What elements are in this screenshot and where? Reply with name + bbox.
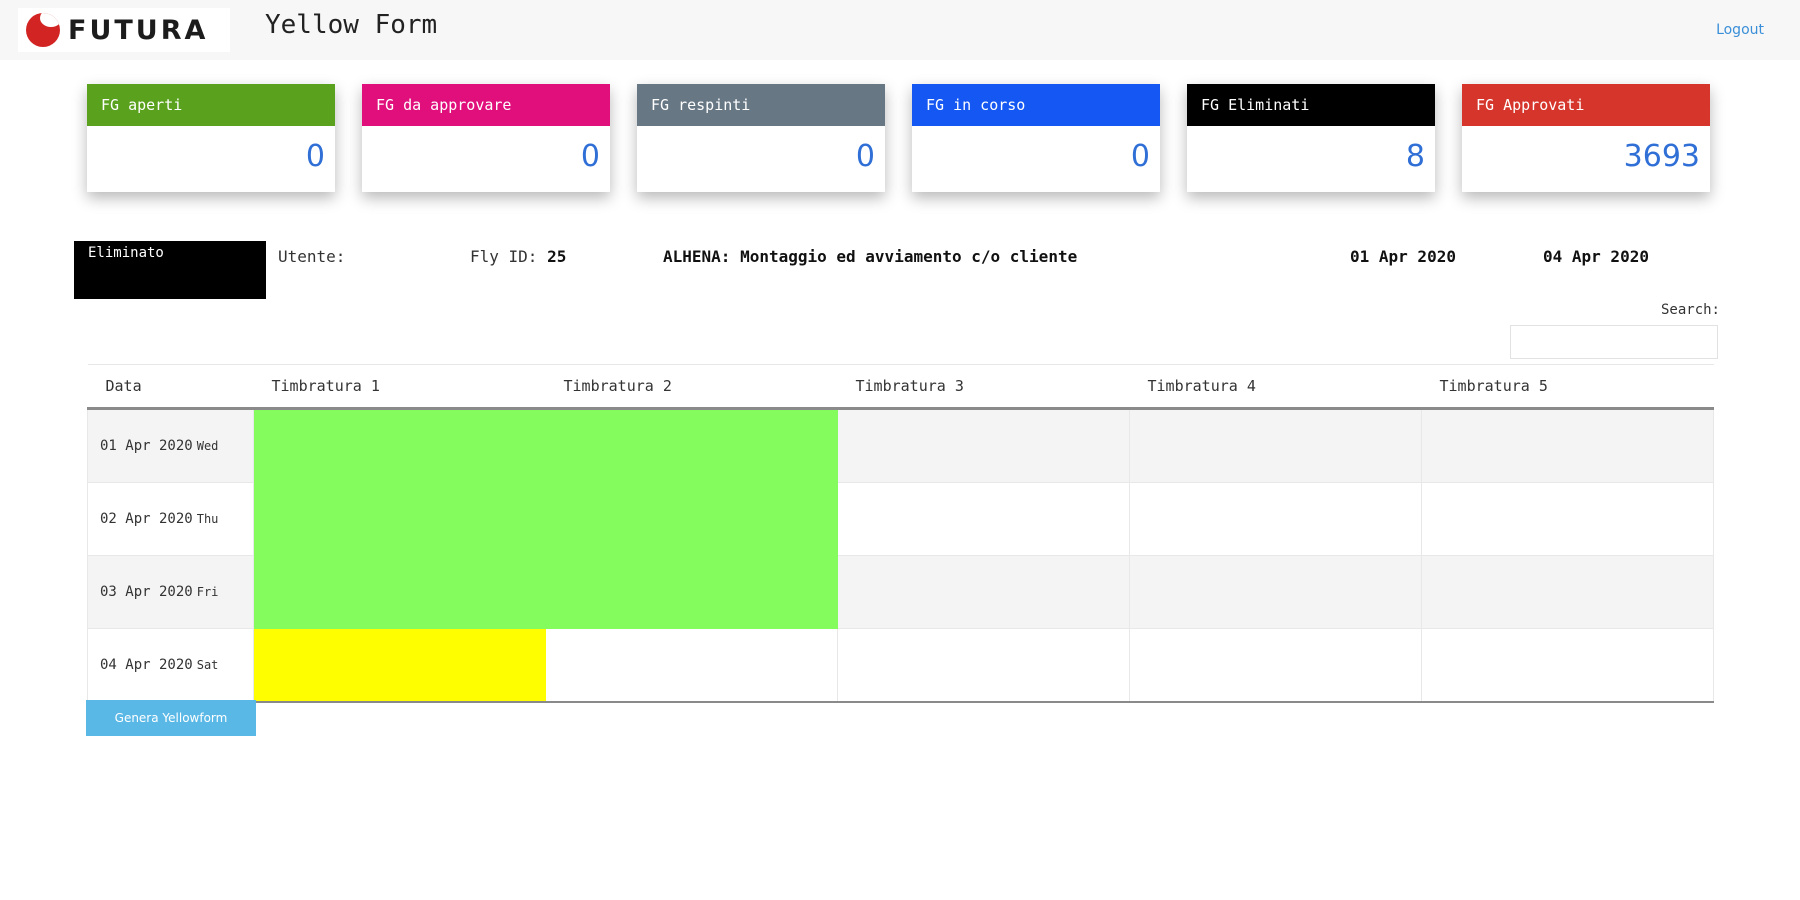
column-header-timbratura-5[interactable]: Timbratura 5: [1421, 364, 1714, 410]
timbratura-cell[interactable]: [1421, 408, 1714, 483]
futura-logo[interactable]: FUTURA: [18, 8, 230, 52]
row-weekday: Wed: [196, 439, 219, 453]
column-header-timbratura-4[interactable]: Timbratura 4: [1129, 364, 1422, 410]
timbratura-cell[interactable]: [1129, 555, 1422, 629]
timbratura-cell[interactable]: [1129, 408, 1422, 483]
table-row: 01 Apr 2020 Wed: [87, 408, 1714, 483]
timbratura-cell[interactable]: [1421, 555, 1714, 629]
timbratura-cell[interactable]: [253, 555, 546, 629]
card-header: FG Eliminati: [1187, 84, 1435, 126]
fly-id-label: Fly ID:: [470, 247, 538, 266]
top-header: FUTURA Yellow Form Logout: [0, 0, 1800, 60]
timbratura-cell[interactable]: [1129, 482, 1422, 556]
card-header: FG in corso: [912, 84, 1160, 126]
project-info: ALHENA: Montaggio ed avviamento c/o clie…: [663, 247, 1077, 266]
row-weekday: Fri: [196, 585, 219, 599]
page-title: Yellow Form: [265, 10, 438, 40]
table-row: 04 Apr 2020 Sat: [87, 628, 1714, 703]
timbratura-cell[interactable]: [545, 482, 838, 556]
status-cards: FG aperti 0 FG da approvare 0 FG respint…: [87, 84, 1710, 192]
logo-text: FUTURA: [68, 14, 209, 46]
page: FUTURA Yellow Form Logout FG aperti 0 FG…: [0, 0, 1800, 900]
search-label: Search:: [1660, 302, 1720, 318]
futura-logo-icon: [26, 13, 60, 47]
column-header-timbratura-2[interactable]: Timbratura 2: [545, 364, 838, 410]
user-label: Utente:: [278, 247, 346, 266]
user-info: Utente:: [278, 247, 345, 266]
card-count: 0: [580, 139, 600, 174]
date-to-value: 04 Apr 2020: [1543, 247, 1649, 266]
timbratura-cell[interactable]: [1129, 628, 1422, 703]
timbratura-cell[interactable]: [1421, 482, 1714, 556]
card-fg-in-corso[interactable]: FG in corso 0: [912, 84, 1160, 192]
card-fg-respinti[interactable]: FG respinti 0: [637, 84, 885, 192]
card-fg-eliminati[interactable]: FG Eliminati 8: [1187, 84, 1435, 192]
project-name: ALHENA: Montaggio ed avviamento c/o clie…: [663, 247, 1078, 266]
fly-id-info: Fly ID: 25: [470, 247, 566, 266]
fly-id-value: 25: [547, 247, 567, 266]
search-input[interactable]: [1510, 325, 1718, 359]
row-date: 04 Apr 2020: [100, 657, 193, 673]
card-header: FG respinti: [637, 84, 885, 126]
card-fg-da-approvare[interactable]: FG da approvare 0: [362, 84, 610, 192]
row-weekday: Sat: [196, 658, 219, 672]
card-header: FG Approvati: [1462, 84, 1710, 126]
timbratura-cell[interactable]: [545, 555, 838, 629]
date-cell: 02 Apr 2020 Thu: [87, 482, 254, 556]
timbratura-cell[interactable]: [837, 482, 1130, 556]
card-count: 3693: [1623, 139, 1700, 174]
timbratura-cell[interactable]: [837, 628, 1130, 703]
timbratura-cell[interactable]: [837, 555, 1130, 629]
timbratura-cell[interactable]: [253, 628, 546, 703]
genera-yellowform-button[interactable]: Genera Yellowform: [86, 700, 256, 736]
card-count: 0: [855, 139, 875, 174]
logout-link[interactable]: Logout: [1716, 22, 1764, 38]
card-fg-approvati[interactable]: FG Approvati 3693: [1462, 84, 1710, 192]
status-badge: Eliminato: [74, 241, 266, 299]
row-weekday: Thu: [196, 512, 219, 526]
row-date: 01 Apr 2020: [100, 438, 193, 454]
timbratura-cell[interactable]: [545, 408, 838, 483]
date-cell: 03 Apr 2020 Fri: [87, 555, 254, 629]
card-header: FG aperti: [87, 84, 335, 126]
card-fg-aperti[interactable]: FG aperti 0: [87, 84, 335, 192]
row-date: 03 Apr 2020: [100, 584, 193, 600]
card-header: FG da approvare: [362, 84, 610, 126]
table-header-row: Data Timbratura 1 Timbratura 2 Timbratur…: [87, 364, 1714, 410]
timbratura-cell[interactable]: [837, 408, 1130, 483]
date-cell: 04 Apr 2020 Sat: [87, 628, 254, 703]
column-header-data[interactable]: Data: [87, 364, 254, 410]
column-header-timbratura-1[interactable]: Timbratura 1: [253, 364, 546, 410]
date-to: 04 Apr 2020: [1543, 247, 1649, 266]
timbratura-cell[interactable]: [253, 408, 546, 483]
date-cell: 01 Apr 2020 Wed: [87, 408, 254, 483]
table-row: 03 Apr 2020 Fri: [87, 555, 1714, 629]
date-from: 01 Apr 2020: [1350, 247, 1456, 266]
timbratura-cell[interactable]: [1421, 628, 1714, 703]
row-date: 02 Apr 2020: [100, 511, 193, 527]
card-count: 8: [1405, 139, 1425, 174]
card-count: 0: [305, 139, 325, 174]
timbrature-table: Data Timbratura 1 Timbratura 2 Timbratur…: [87, 364, 1714, 703]
date-from-value: 01 Apr 2020: [1350, 247, 1456, 266]
table-row: 02 Apr 2020 Thu: [87, 482, 1714, 556]
column-header-timbratura-3[interactable]: Timbratura 3: [837, 364, 1130, 410]
card-count: 0: [1130, 139, 1150, 174]
timbratura-cell[interactable]: [545, 628, 838, 703]
timbratura-cell[interactable]: [253, 482, 546, 556]
